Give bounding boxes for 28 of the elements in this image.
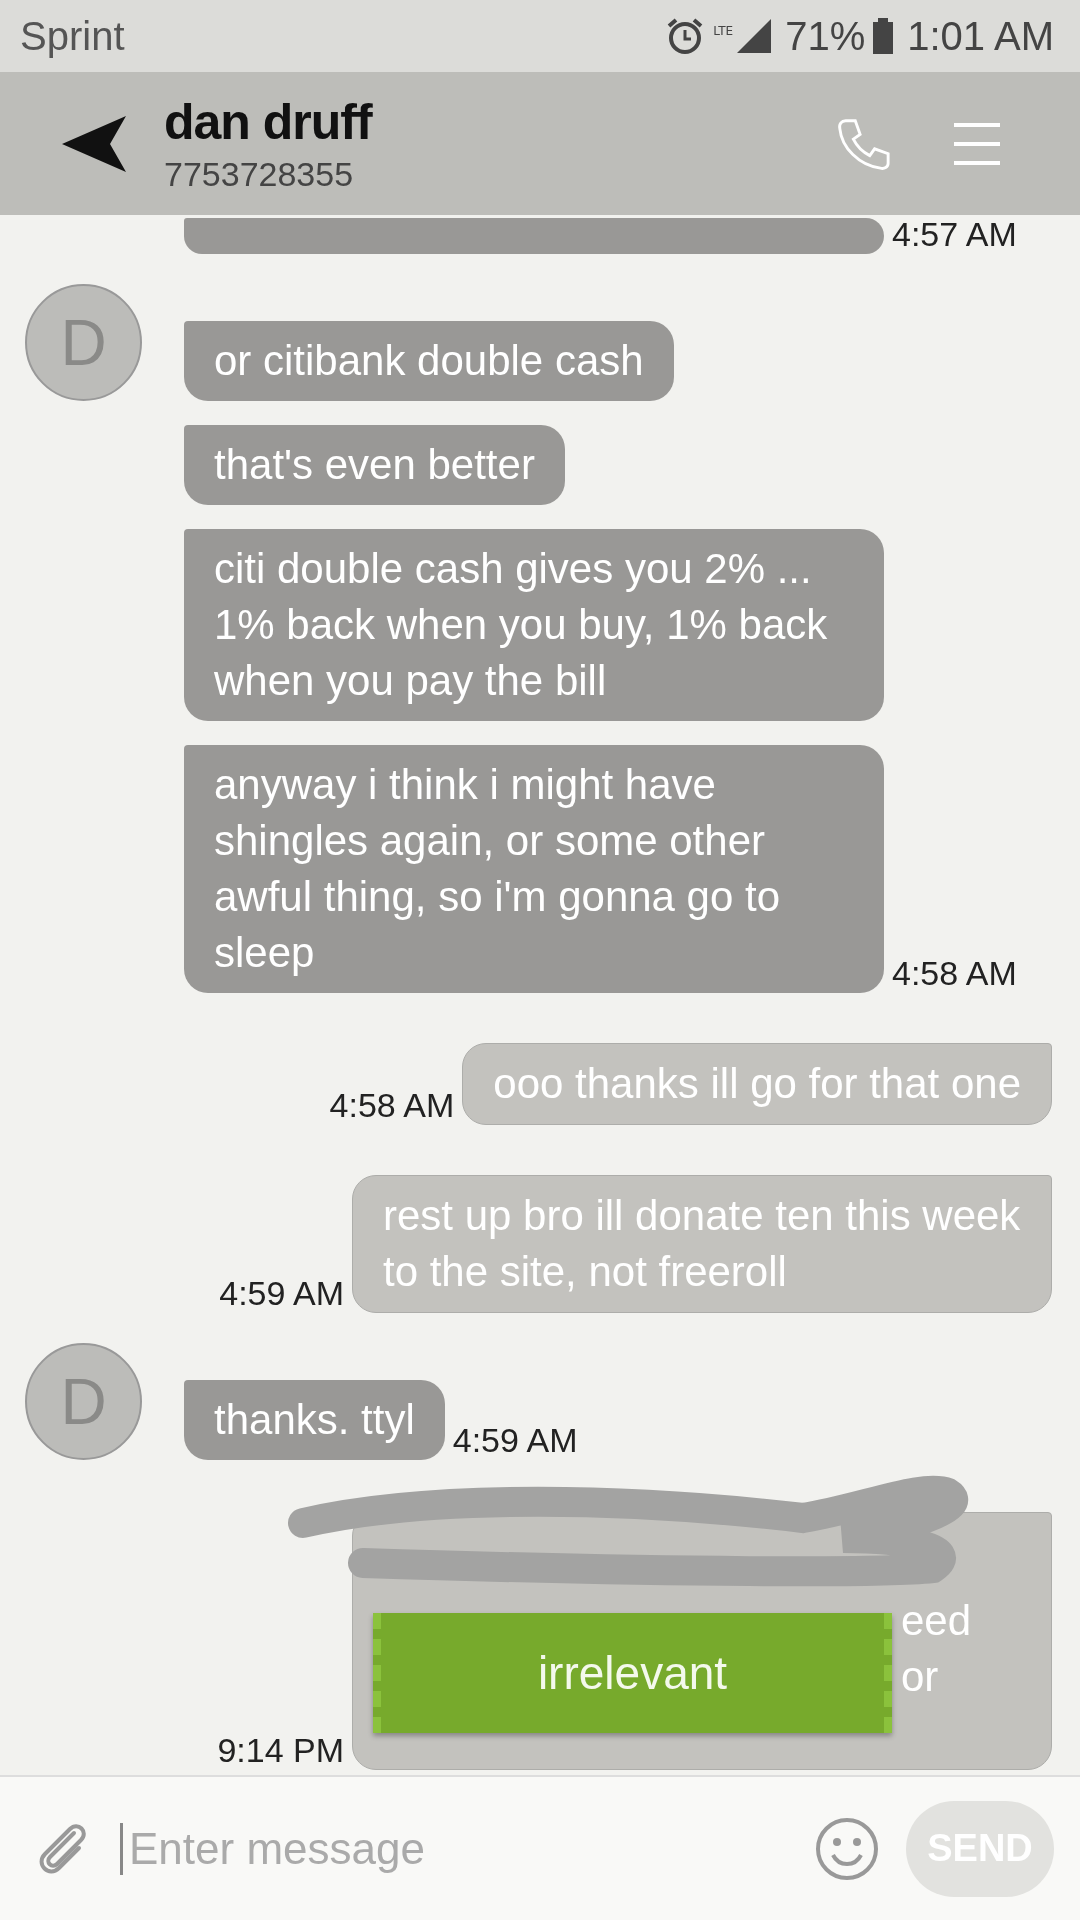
- sticker-label: irrelevant: [373, 1613, 892, 1733]
- message-bubble: or citibank double cash: [184, 321, 674, 401]
- message-bubble: ooo thanks ill go for that one: [462, 1043, 1052, 1125]
- clock: 1:01 AM: [907, 13, 1054, 59]
- message-time: 4:58 AM: [892, 954, 1017, 993]
- menu-icon[interactable]: [954, 121, 1000, 166]
- network-label: LTE: [713, 23, 734, 38]
- message-time: 4:58 AM: [329, 1086, 455, 1125]
- back-icon[interactable]: [62, 115, 126, 172]
- battery-icon: [873, 18, 894, 54]
- message-bubble: citi double cash gives you 2% ... 1% back when you buy, 1% back when you pay the bill: [184, 529, 884, 721]
- message-input[interactable]: Enter message: [120, 1822, 788, 1875]
- text-fragment: or: [901, 1652, 939, 1702]
- message-bubble: rest up bro ill donate ten this week to the site, not freeroll: [352, 1175, 1052, 1313]
- carrier-name: Sprint: [20, 13, 125, 59]
- signal-icon: [737, 19, 772, 53]
- contact-number: 7753728355: [164, 155, 355, 194]
- text-fragment: eed: [901, 1596, 972, 1646]
- battery-percent: 71%: [785, 13, 866, 59]
- emoji-icon[interactable]: [814, 1815, 880, 1882]
- message-time: 4:59 AM: [452, 1421, 578, 1460]
- message-bubble: that's even better: [184, 425, 565, 505]
- message-time: 4:59 AM: [219, 1274, 344, 1313]
- message-time: 9:14 PM: [217, 1731, 344, 1770]
- message-bubble: thanks. ttyl: [184, 1380, 445, 1460]
- message-time: 4:57 AM: [892, 215, 1017, 254]
- contact-name: dan druff: [164, 93, 374, 151]
- message-bubble: anyway i think i might have shingles again, or some other awful thing, so i'm gonna go to sleep: [184, 745, 884, 993]
